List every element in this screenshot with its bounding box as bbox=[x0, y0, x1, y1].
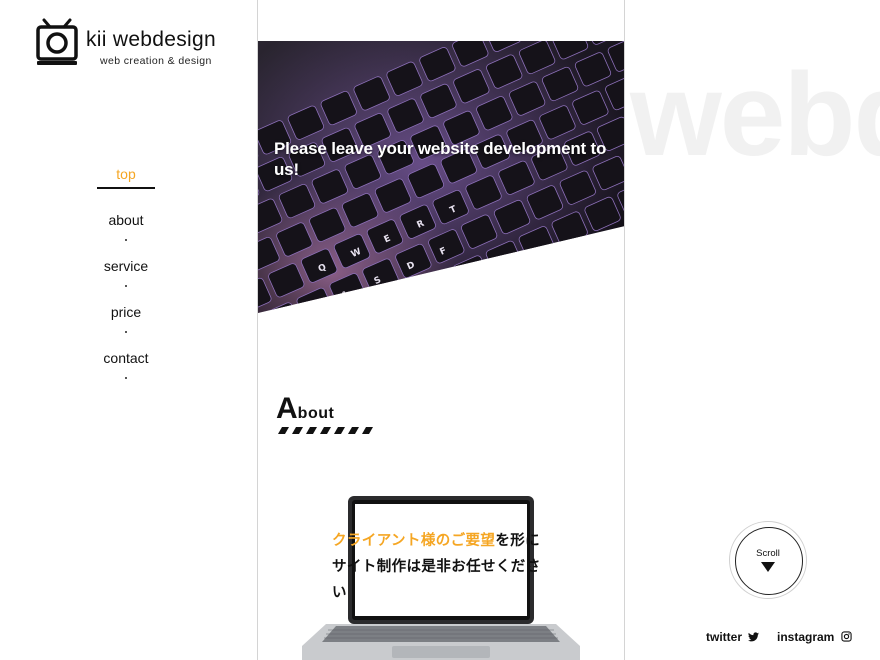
active-underline bbox=[97, 187, 155, 189]
svg-text:C: C bbox=[433, 285, 443, 297]
nav-dot bbox=[125, 239, 127, 241]
background-watermark: webd bbox=[630, 49, 880, 181]
nav-item-label: top bbox=[116, 166, 136, 182]
about-copy-highlight: クライアント様のご要望 bbox=[332, 533, 496, 549]
svg-text:V: V bbox=[466, 271, 476, 283]
twitter-label: twitter bbox=[706, 630, 742, 644]
about-copy: クライアント様のご要望を形にサイト制作は是非お任せください bbox=[332, 528, 542, 606]
about-heading: About bbox=[276, 392, 334, 426]
instagram-label: instagram bbox=[777, 630, 835, 644]
nav-item-service[interactable]: service bbox=[76, 252, 176, 298]
nav-item-label: price bbox=[110, 304, 142, 320]
nav-item-label: service bbox=[103, 258, 149, 274]
instagram-link[interactable]: instagram bbox=[777, 630, 852, 644]
main-nav: top about service price contact bbox=[76, 160, 176, 390]
twitter-link[interactable]: twitter bbox=[706, 630, 760, 644]
svg-text:A: A bbox=[340, 290, 350, 302]
heading-stripes-decoration bbox=[278, 427, 373, 434]
nav-item-top[interactable]: top bbox=[76, 160, 176, 206]
hero-section: QWERT ASDF ZXCVB caps lock shift Please … bbox=[258, 41, 624, 313]
main-content: QWERT ASDF ZXCVB caps lock shift Please … bbox=[257, 0, 625, 660]
nav-item-label: about bbox=[108, 212, 144, 228]
nav-item-price[interactable]: price bbox=[76, 298, 176, 344]
tv-logo-icon bbox=[36, 18, 78, 65]
nav-item-about[interactable]: about bbox=[76, 206, 176, 252]
about-heading-rest: bout bbox=[297, 405, 335, 422]
svg-text:X: X bbox=[400, 300, 410, 312]
svg-text:B: B bbox=[499, 256, 509, 268]
brand-name: kii webdesign bbox=[86, 28, 216, 51]
scroll-button[interactable]: Scroll bbox=[729, 521, 807, 599]
twitter-icon bbox=[748, 632, 760, 642]
instagram-icon bbox=[841, 631, 852, 642]
hero-title: Please leave your website development to… bbox=[274, 139, 607, 179]
nav-item-contact[interactable]: contact bbox=[76, 344, 176, 390]
arrow-down-icon bbox=[761, 562, 775, 572]
about-heading-initial: A bbox=[276, 392, 298, 425]
nav-dot bbox=[125, 377, 127, 379]
nav-dot bbox=[125, 285, 127, 287]
nav-item-label: contact bbox=[103, 350, 149, 366]
brand-tagline: web creation & design bbox=[100, 55, 212, 67]
nav-dot bbox=[125, 331, 127, 333]
logo[interactable]: kii webdesign web creation & design bbox=[36, 18, 236, 70]
scroll-label: Scroll bbox=[756, 548, 780, 559]
